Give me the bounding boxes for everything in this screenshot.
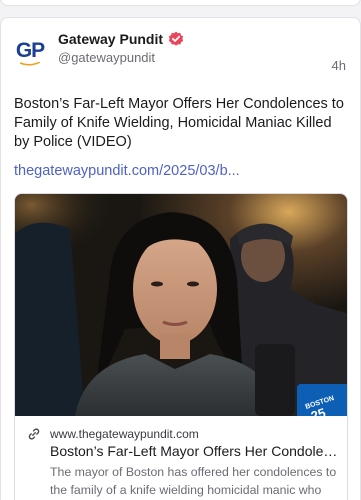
avatar[interactable]: GP bbox=[14, 37, 46, 69]
link-description: The mayor of Boston has offered her cond… bbox=[50, 465, 337, 497]
link-title[interactable]: Boston’s Far-Left Mayor Offers Her Condo… bbox=[50, 443, 340, 459]
avatar-logo-text: GP bbox=[15, 39, 45, 62]
previous-post-card-edge bbox=[0, 0, 361, 6]
author-display-name[interactable]: Gateway Pundit bbox=[58, 31, 163, 47]
link-domain-row: www.thegatewaypundit.com bbox=[25, 426, 339, 442]
post-timestamp[interactable]: 4h bbox=[332, 58, 346, 73]
link-preview-image: BOSTON 25 bbox=[15, 194, 347, 416]
post-card[interactable]: GP Gateway Pundit @gatewaypundit 4h Bost… bbox=[0, 17, 361, 500]
link-preview-card[interactable]: BOSTON 25 www.thegatewaypundit.com Bosto… bbox=[14, 193, 348, 500]
link-domain: www.thegatewaypundit.com bbox=[50, 427, 199, 441]
link-preview-meta: www.thegatewaypundit.com Boston’s Far-Le… bbox=[15, 416, 347, 500]
avatar-swoosh-icon bbox=[20, 62, 40, 66]
author-handle[interactable]: @gatewaypundit bbox=[58, 50, 155, 65]
link-icon bbox=[28, 428, 40, 440]
author-name-row: Gateway Pundit bbox=[58, 31, 184, 47]
post-text: Boston’s Far-Left Mayor Offers Her Condo… bbox=[14, 96, 344, 150]
verified-badge-icon bbox=[168, 31, 184, 46]
post-link[interactable]: thegatewaypundit.com/2025/03/b... bbox=[14, 163, 240, 179]
